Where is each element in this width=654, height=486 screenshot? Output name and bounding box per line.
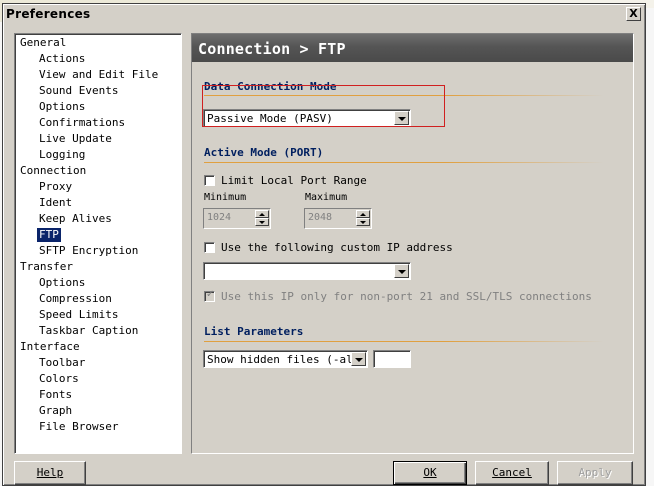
list-parameters-extra-input[interactable] bbox=[373, 350, 411, 368]
spin-down-icon[interactable] bbox=[255, 218, 269, 226]
tree-item-view-and-edit-file[interactable]: View and Edit File bbox=[37, 68, 160, 82]
chevron-down-icon[interactable] bbox=[394, 264, 409, 278]
ip-only-label: Use this IP only for non-port 21 and SSL… bbox=[221, 290, 592, 303]
tree-item-ftp[interactable]: FTP bbox=[37, 228, 61, 242]
section-divider bbox=[204, 341, 604, 342]
custom-ip-select[interactable] bbox=[203, 262, 411, 280]
spin-down-icon[interactable] bbox=[356, 218, 370, 226]
help-button[interactable]: Help bbox=[14, 461, 86, 485]
close-icon: X bbox=[629, 7, 638, 20]
tree-item-interface[interactable]: Interface bbox=[18, 340, 82, 354]
spin-up-icon[interactable] bbox=[356, 210, 370, 218]
section-divider bbox=[204, 162, 604, 163]
tree-item-speed-limits[interactable]: Speed Limits bbox=[37, 308, 120, 322]
list-parameters-select[interactable]: Show hidden files (-al) bbox=[203, 350, 368, 368]
tree-item-ident[interactable]: Ident bbox=[37, 196, 74, 210]
help-button-label: Help bbox=[36, 466, 64, 479]
tree-item-logging[interactable]: Logging bbox=[37, 148, 87, 162]
tree-item-fonts[interactable]: Fonts bbox=[37, 388, 74, 402]
apply-button[interactable]: Apply bbox=[557, 461, 633, 485]
minimum-port-value: 1024 bbox=[207, 212, 232, 223]
minimum-label: Minimum bbox=[204, 192, 247, 203]
tree-item-colors[interactable]: Colors bbox=[37, 372, 81, 386]
tree-item-compression[interactable]: Compression bbox=[37, 292, 114, 306]
window-title: Preferences bbox=[6, 7, 91, 21]
tree-item-file-browser[interactable]: File Browser bbox=[37, 420, 120, 434]
limit-port-range-label: Limit Local Port Range bbox=[221, 174, 367, 187]
maximum-port-spinner[interactable]: 2048 bbox=[304, 208, 372, 229]
tree-item-sftp-encryption[interactable]: SFTP Encryption bbox=[37, 244, 140, 258]
list-parameters-heading: List Parameters bbox=[204, 325, 304, 338]
tree-item-taskbar-caption[interactable]: Taskbar Caption bbox=[37, 324, 140, 338]
apply-button-label: Apply bbox=[578, 466, 612, 479]
tree-item-live-update[interactable]: Live Update bbox=[37, 132, 114, 146]
custom-ip-checkbox[interactable] bbox=[204, 242, 215, 253]
cancel-button[interactable]: Cancel bbox=[475, 461, 549, 485]
ok-button[interactable]: OK bbox=[393, 461, 467, 485]
title-bar[interactable] bbox=[4, 5, 644, 24]
maximum-port-value: 2048 bbox=[308, 212, 333, 223]
spin-up-icon[interactable] bbox=[255, 210, 269, 218]
list-parameters-value: Show hidden files (-al) bbox=[207, 353, 360, 366]
tree-item-connection[interactable]: Connection bbox=[18, 164, 88, 178]
cancel-button-label: Cancel bbox=[492, 466, 532, 479]
tree-item-actions[interactable]: Actions bbox=[37, 52, 87, 66]
maximum-label: Maximum bbox=[305, 192, 348, 203]
active-mode-heading: Active Mode (PORT) bbox=[204, 146, 324, 159]
minimum-port-spinner[interactable]: 1024 bbox=[203, 208, 271, 229]
settings-tree[interactable]: General Actions View and Edit File Sound Ev… bbox=[14, 33, 182, 454]
tree-item-keep-alives[interactable]: Keep Alives bbox=[37, 212, 114, 226]
tree-item-transfer[interactable]: Transfer bbox=[18, 260, 75, 274]
tree-item-graph[interactable]: Graph bbox=[37, 404, 74, 418]
custom-ip-label: Use the following custom IP address bbox=[221, 241, 453, 254]
ip-only-checkbox[interactable] bbox=[204, 289, 215, 302]
tree-item-options[interactable]: Options bbox=[37, 276, 87, 290]
tree-item-sound-events[interactable]: Sound Events bbox=[37, 84, 120, 98]
ok-button-label: OK bbox=[423, 466, 437, 479]
tree-item-proxy[interactable]: Proxy bbox=[37, 180, 74, 194]
chevron-down-icon[interactable] bbox=[351, 352, 366, 366]
limit-port-range-checkbox[interactable] bbox=[204, 175, 215, 186]
panel-title: Connection > FTP bbox=[198, 40, 346, 58]
tree-item-options[interactable]: Options bbox=[37, 100, 87, 114]
tree-item-confirmations[interactable]: Confirmations bbox=[37, 116, 127, 130]
tree-item-general[interactable]: General bbox=[18, 36, 68, 50]
close-button[interactable]: X bbox=[626, 7, 641, 21]
highlight-annotation bbox=[202, 85, 445, 127]
tree-item-toolbar[interactable]: Toolbar bbox=[37, 356, 87, 370]
